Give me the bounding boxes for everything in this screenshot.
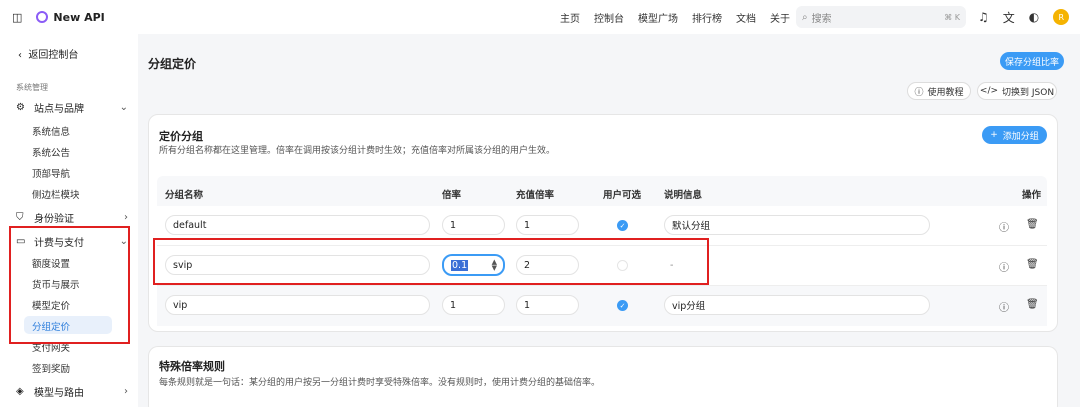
sidebar-group-auth[interactable]: ⛉ 身份验证 › [16,210,128,225]
add-group-label: 添加分组 [1002,131,1039,142]
col-group-name: 分组名称 [165,190,204,201]
json-label: 切换到 JSON [1002,87,1055,98]
sidebar-group-label: 站点与品牌 [34,104,84,115]
chevron-left-icon: ‹ [18,50,22,61]
group-name-input[interactable]: default [165,215,430,235]
ratio-input[interactable]: 1 [442,215,505,235]
col-description: 说明信息 [664,190,703,201]
nav-docs[interactable]: 文档 [736,10,756,25]
chevron-down-icon: ⌄ [119,102,128,113]
topup-ratio-input[interactable]: 1 [516,215,579,235]
switch-json-button[interactable]: </> 切换到 JSON [977,82,1057,100]
search-input[interactable]: ⌕ 搜索 ⌘ K [796,6,966,28]
tutorial-label: 使用教程 [927,87,964,98]
add-group-button[interactable]: + 添加分组 [982,126,1047,144]
col-topup-ratio: 充值倍率 [516,190,555,201]
special-rules-desc: 每条规则就是一句话：某分组的用户按另一分组计费时享受特殊倍率。没有规则时，使用计… [159,378,601,388]
topup-ratio-input[interactable]: 1 [516,295,579,315]
sidebar-item-announcement[interactable]: 系统公告 [32,145,70,159]
sidebar-section-label: 系统管理 [16,83,48,92]
special-rules-title: 特殊倍率规则 [159,360,225,373]
search-placeholder: 搜索 [811,13,832,25]
selectable-checkbox[interactable]: ✓ [617,300,628,311]
help-circle-icon: ⓘ [914,87,924,98]
nav-home[interactable]: 主页 [560,10,580,25]
sidebar-group-label: 模型与路由 [34,388,84,399]
pricing-group-desc: 所有分组名称都在这里管理。倍率在调用按该分组计费时生效；充值倍率对所属该分组的用… [159,146,556,156]
sidebar: ‹ 返回控制台 系统管理 ⚙ 站点与品牌 ⌄ 系统信息 系统公告 顶部导航 侧边… [0,34,138,407]
selectable-checkbox[interactable]: ✓ [617,220,628,231]
chevron-right-icon: › [124,212,128,223]
info-icon[interactable]: ⓘ [999,259,1009,274]
trash-icon[interactable]: 🗑 [1026,219,1039,230]
code-icon: </> [979,86,999,96]
search-icon: ⌕ [802,11,808,23]
cube-icon: ◈ [16,386,24,397]
sidebar-group-site[interactable]: ⚙ 站点与品牌 ⌄ [16,100,128,115]
table-header [157,176,1047,206]
sidebar-item-system-info[interactable]: 系统信息 [32,124,70,138]
back-label: 返回控制台 [28,50,79,61]
sidebar-group-model-routing[interactable]: ◈ 模型与路由 › [16,384,128,399]
sidebar-item-sidebar-modules[interactable]: 侧边栏模块 [32,187,80,201]
nav-about[interactable]: 关于 [770,10,790,25]
sidebar-item-top-nav[interactable]: 顶部导航 [32,166,70,180]
pricing-group-title: 定价分组 [159,130,203,143]
save-ratio-button[interactable]: 保存分组比率 [1000,52,1064,70]
sidebar-group-label: 身份验证 [34,214,74,225]
nav-console[interactable]: 控制台 [594,10,624,25]
description-input[interactable]: 默认分组 [664,215,930,235]
row-highlight-box [153,238,709,285]
top-nav: 主页 控制台 模型广场 排行榜 文档 关于 [560,0,804,34]
info-icon[interactable]: ⓘ [999,299,1009,314]
app-name[interactable]: New API [53,11,104,24]
ratio-input[interactable]: 1 [442,295,505,315]
info-icon[interactable]: ⓘ [999,219,1009,234]
nav-leaderboard[interactable]: 排行榜 [692,10,722,25]
group-name-input[interactable]: vip [165,295,430,315]
gear-icon: ⚙ [16,102,25,113]
tutorial-button[interactable]: ⓘ 使用教程 [907,82,971,100]
nav-model-market[interactable]: 模型广场 [638,10,678,25]
translate-icon[interactable]: 文 [1003,9,1015,26]
palette-icon[interactable]: ◐ [1029,10,1039,24]
search-shortcut: ⌘ K [944,12,960,22]
description-input[interactable]: vip分组 [664,295,930,315]
chevron-right-icon: › [124,386,128,397]
back-to-console-link[interactable]: ‹ 返回控制台 [18,46,78,61]
avatar[interactable]: R [1053,9,1070,25]
col-ratio: 倍率 [442,190,462,201]
brand-logo-icon [36,11,49,23]
sidebar-toggle-icon[interactable]: ◫ [12,11,22,24]
bell-icon[interactable]: ♫ [978,10,989,24]
page-title: 分组定价 [148,57,197,71]
trash-icon[interactable]: 🗑 [1026,299,1039,310]
trash-icon[interactable]: 🗑 [1026,259,1039,270]
plus-icon: + [990,130,998,140]
top-bar: ◫ New API 主页 控制台 模型广场 排行榜 文档 关于 ⌕ 搜索 ⌘ K… [0,0,1080,34]
sidebar-item-checkin-reward[interactable]: 签到奖励 [32,361,70,375]
col-actions: 操作 [1022,190,1042,201]
col-user-selectable: 用户可选 [603,190,642,201]
shield-icon: ⛉ [16,212,24,223]
sidebar-highlight-box [9,226,130,344]
